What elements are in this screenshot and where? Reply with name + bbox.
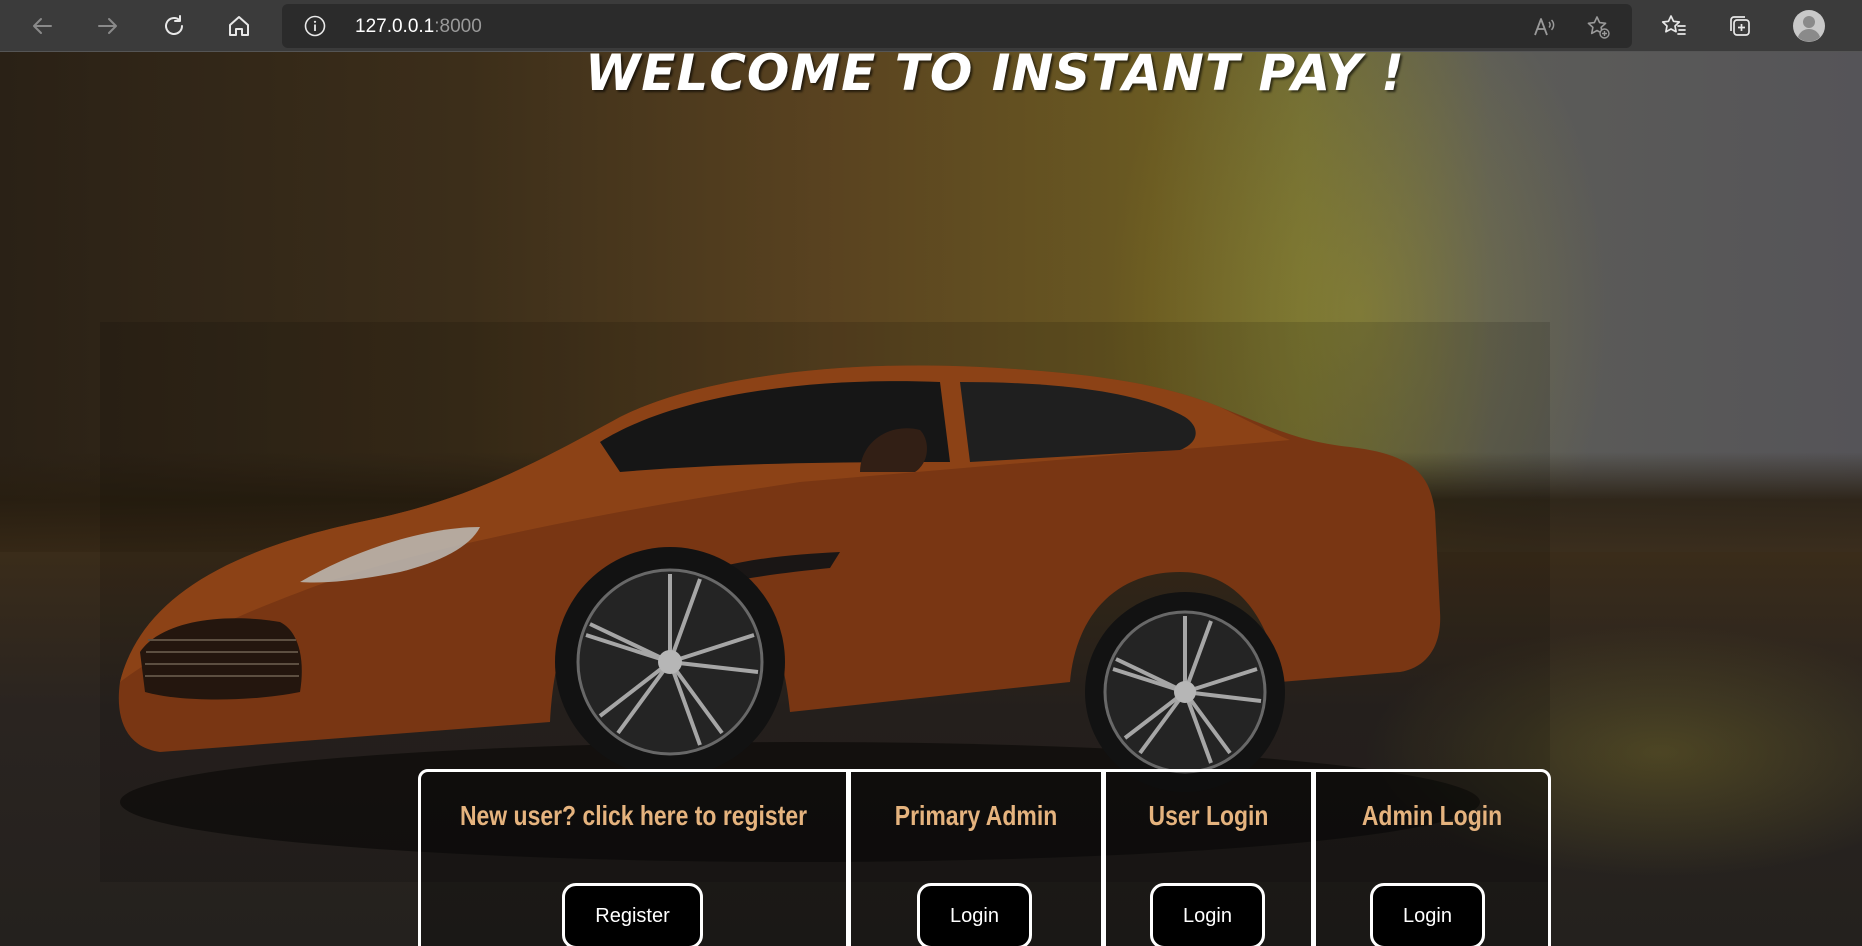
admin-login-option: Admin Login Login: [1311, 772, 1548, 946]
browser-toolbar: 127.0.0.1:8000: [0, 0, 1862, 52]
page-viewport: WELCOME TO INSTANT PAY ! New user? click…: [0, 52, 1862, 946]
options-panel: New user? click here to register Registe…: [418, 769, 1551, 946]
collections-icon[interactable]: [1722, 8, 1758, 44]
primary-admin-option-title: Primary Admin: [894, 800, 1058, 831]
address-bar[interactable]: 127.0.0.1:8000: [282, 4, 1632, 48]
site-info-icon[interactable]: [304, 15, 326, 37]
back-arrow-icon[interactable]: [24, 8, 60, 44]
profile-avatar-icon[interactable]: [1791, 8, 1827, 44]
user-login-option: User Login Login: [1101, 772, 1311, 946]
welcome-heading: WELCOME TO INSTANT PAY !: [585, 52, 1405, 102]
add-favorite-icon[interactable]: [1584, 13, 1612, 41]
home-icon[interactable]: [221, 8, 257, 44]
register-option-title: New user? click here to register: [459, 800, 808, 831]
admin-login-button[interactable]: Login: [1370, 883, 1485, 946]
primary-admin-option: Primary Admin Login: [846, 772, 1101, 946]
read-aloud-icon[interactable]: [1530, 13, 1558, 41]
url-text[interactable]: 127.0.0.1:8000: [355, 16, 482, 38]
url-port: :8000: [434, 16, 482, 37]
register-button[interactable]: Register: [562, 883, 703, 946]
favorites-icon[interactable]: [1656, 8, 1692, 44]
admin-login-option-title: Admin Login: [1361, 800, 1503, 831]
user-login-option-title: User Login: [1148, 800, 1269, 831]
forward-arrow-icon[interactable]: [90, 8, 126, 44]
primary-admin-login-button[interactable]: Login: [917, 883, 1032, 946]
register-option: New user? click here to register Registe…: [421, 772, 846, 946]
url-host: 127.0.0.1: [355, 16, 435, 37]
user-login-button[interactable]: Login: [1150, 883, 1265, 946]
refresh-icon[interactable]: [156, 8, 192, 44]
